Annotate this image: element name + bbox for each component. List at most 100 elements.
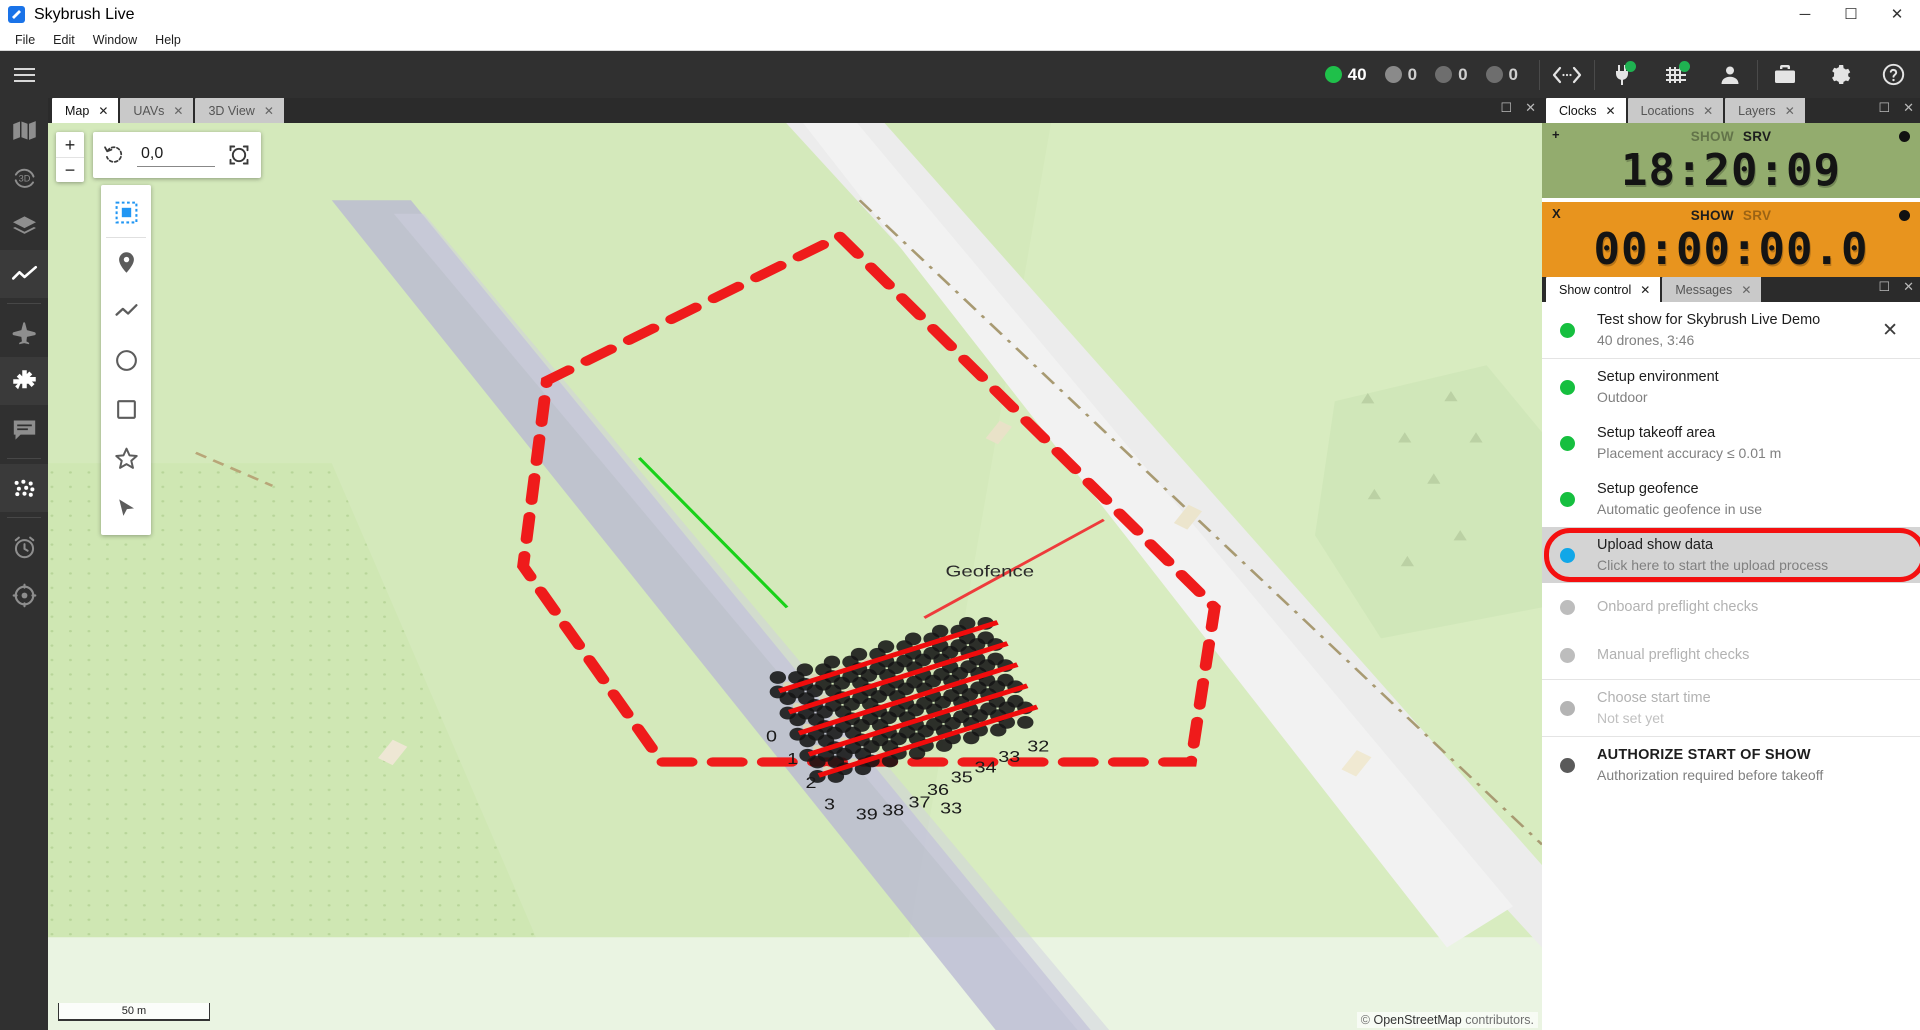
- drone-index-label: 39: [856, 806, 878, 823]
- clock-show-srv[interactable]: + SHOW SRV 18:20:09: [1542, 123, 1920, 198]
- show-step-row[interactable]: Test show for Skybrush Live Demo 40 drone…: [1542, 302, 1920, 358]
- drone-rotor: [833, 676, 851, 690]
- show-step-row[interactable]: Setup environment Outdoor: [1542, 359, 1920, 415]
- tab-map[interactable]: Map ✕: [52, 98, 119, 123]
- show-step-row[interactable]: AUTHORIZE START OF SHOW Authorization req…: [1542, 737, 1920, 793]
- map-rotation-input[interactable]: 0,0: [137, 143, 215, 167]
- show-step-row[interactable]: Manual preflight checks: [1542, 631, 1920, 679]
- rotate-reset-icon[interactable]: [103, 144, 125, 166]
- tab-layers-close-icon[interactable]: ✕: [1785, 104, 1795, 118]
- rectangle-tool[interactable]: [101, 385, 151, 434]
- show-step-subtitle: Click here to start the upload process: [1597, 557, 1829, 573]
- sidebar-item-messages[interactable]: [0, 405, 48, 453]
- sidebar-item-layers[interactable]: [0, 202, 48, 250]
- tab-show-control-close-icon[interactable]: ✕: [1640, 283, 1650, 297]
- connection-button[interactable]: [1595, 51, 1649, 98]
- polyline-tool[interactable]: [101, 287, 151, 336]
- showcontrol-panel-close-icon[interactable]: ✕: [1903, 280, 1914, 293]
- show-step-list: Test show for Skybrush Live Demo 40 drone…: [1542, 302, 1920, 1030]
- zoom-out-button[interactable]: −: [56, 157, 84, 182]
- sidebar-item-chart[interactable]: [0, 250, 48, 298]
- menu-window[interactable]: Window: [85, 31, 145, 49]
- tab-map-close-icon[interactable]: ✕: [98, 104, 108, 118]
- select-box-tool[interactable]: [101, 188, 151, 237]
- counter-warning[interactable]: 0: [1378, 65, 1424, 85]
- clocks-panel-close-icon[interactable]: ✕: [1903, 101, 1914, 114]
- toolbox-button[interactable]: [1758, 51, 1812, 98]
- drone-rotor: [826, 726, 843, 740]
- sidebar-item-3d-view[interactable]: 3D: [0, 154, 48, 202]
- tab-3d-view[interactable]: 3D View ✕: [195, 98, 284, 123]
- drone-rotor: [789, 713, 806, 727]
- circle-tool[interactable]: [101, 336, 151, 385]
- show-step-close-icon[interactable]: ✕: [1874, 319, 1906, 342]
- drone-rotor: [907, 703, 924, 717]
- tab-clocks-close-icon[interactable]: ✕: [1606, 104, 1616, 118]
- sidebar-item-locate[interactable]: [0, 571, 48, 619]
- drone-rotor: [917, 724, 934, 738]
- show-step-title: Setup environment: [1597, 369, 1719, 385]
- main-menu-button[interactable]: [0, 51, 48, 98]
- tab-clocks[interactable]: Clocks ✕: [1546, 98, 1626, 123]
- layers-icon: [12, 215, 36, 234]
- sidebar-item-aircraft[interactable]: [0, 309, 48, 357]
- showcontrol-panel-maximize-icon[interactable]: ☐: [1878, 280, 1890, 293]
- marker-pin-tool[interactable]: [101, 238, 151, 287]
- menu-help[interactable]: Help: [147, 31, 189, 49]
- tab-show-control[interactable]: Show control ✕: [1546, 277, 1661, 302]
- counter-offline[interactable]: 0: [1479, 65, 1525, 85]
- tab-uavs[interactable]: UAVs ✕: [120, 98, 194, 123]
- menu-edit[interactable]: Edit: [45, 31, 83, 49]
- tab-layers[interactable]: Layers ✕: [1725, 98, 1805, 123]
- sidebar-item-show[interactable]: [0, 464, 48, 512]
- sidebar-item-map[interactable]: [0, 106, 48, 154]
- showcontrol-panel-tabstrip: Show control ✕ Messages ✕ ☐ ✕: [1542, 277, 1920, 302]
- tab-3d-view-close-icon[interactable]: ✕: [264, 104, 274, 118]
- minimize-button[interactable]: ─: [1782, 0, 1828, 29]
- star-polygon-tool[interactable]: [101, 434, 151, 483]
- show-step-text: AUTHORIZE START OF SHOW Authorization req…: [1597, 745, 1906, 785]
- geofence-button[interactable]: [1649, 51, 1703, 98]
- menu-file[interactable]: File: [7, 31, 43, 49]
- map-panel-maximize-icon[interactable]: ☐: [1500, 101, 1512, 114]
- clock-show-timer-label-show: SHOW: [1690, 208, 1734, 223]
- network-spread-button[interactable]: [1540, 51, 1594, 98]
- show-step-row[interactable]: Onboard preflight checks: [1542, 583, 1920, 631]
- tab-locations[interactable]: Locations ✕: [1627, 98, 1724, 123]
- fit-to-screen-icon[interactable]: [227, 143, 251, 167]
- show-step-row[interactable]: Setup geofence Automatic geofence in use: [1542, 471, 1920, 527]
- sidebar-item-clock[interactable]: [0, 523, 48, 571]
- show-step-row[interactable]: Upload show data Click here to start the …: [1542, 527, 1920, 583]
- clocks-panel-maximize-icon[interactable]: ☐: [1878, 101, 1890, 114]
- attribution-osm-link[interactable]: OpenStreetMap: [1373, 1013, 1461, 1027]
- show-step-row[interactable]: Setup takeoff area Placement accuracy ≤ 0…: [1542, 415, 1920, 471]
- drone-index-label: 2: [806, 774, 817, 791]
- counter-error[interactable]: 0: [1428, 65, 1474, 85]
- show-step-status-dot: [1560, 700, 1575, 716]
- map-canvas[interactable]: 0 1 2 3 39 38 37 36 33 35 34 33 32 Geofence + − 0,0: [48, 123, 1542, 1030]
- tab-messages-close-icon[interactable]: ✕: [1741, 283, 1751, 297]
- circle-icon: [115, 350, 137, 371]
- select-box-icon: [115, 201, 137, 224]
- cursor-arrow-tool[interactable]: [101, 483, 151, 532]
- drone-index-label: 35: [951, 769, 973, 786]
- help-button[interactable]: [1866, 51, 1920, 98]
- clock-show-timer[interactable]: X SHOW SRV 00:00:00.0: [1542, 202, 1920, 277]
- attribution-suffix: contributors.: [1461, 1013, 1534, 1027]
- maximize-button[interactable]: ☐: [1828, 0, 1874, 29]
- close-button[interactable]: ✕: [1874, 0, 1920, 29]
- uav-icon: [12, 369, 36, 389]
- zoom-in-button[interactable]: +: [56, 132, 84, 157]
- drone-rotor: [816, 705, 833, 719]
- tab-locations-close-icon[interactable]: ✕: [1703, 104, 1713, 118]
- settings-button[interactable]: [1812, 51, 1866, 98]
- tab-uavs-close-icon[interactable]: ✕: [173, 104, 183, 118]
- user-button[interactable]: [1703, 51, 1757, 98]
- map-panel-close-icon[interactable]: ✕: [1525, 101, 1536, 114]
- show-step-row[interactable]: Choose start time Not set yet: [1542, 680, 1920, 736]
- tab-messages[interactable]: Messages ✕: [1662, 277, 1762, 302]
- sidebar-item-uav[interactable]: [0, 357, 48, 405]
- gear-icon: [1832, 64, 1851, 84]
- show-step-title: Setup takeoff area: [1597, 425, 1716, 441]
- counter-ok[interactable]: 40: [1318, 65, 1374, 85]
